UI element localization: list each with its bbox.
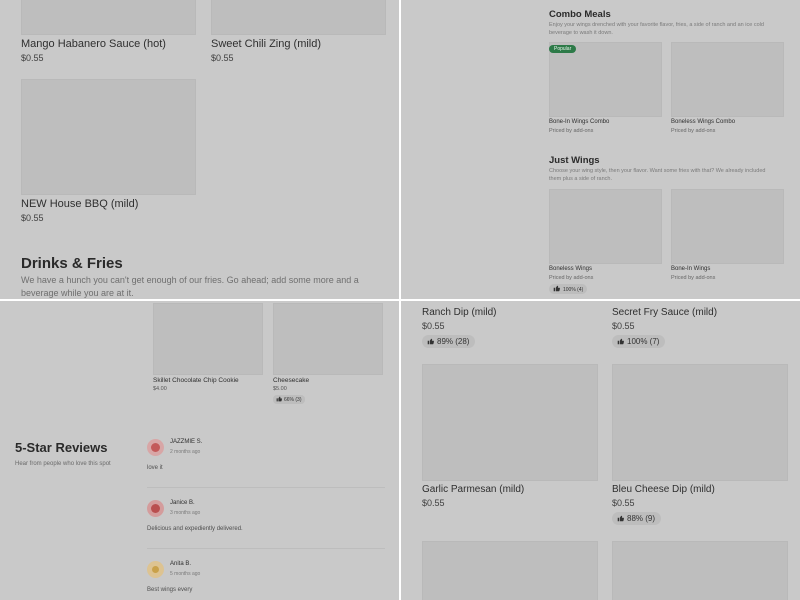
item-image-bleu-cheese[interactable] <box>612 364 788 481</box>
section-title: Drinks & Fries <box>21 255 123 272</box>
item-image-bone-in-wings[interactable] <box>671 189 784 264</box>
rating-text: 100% (4) <box>563 287 584 293</box>
user-avatar-icon <box>147 439 164 456</box>
item-name[interactable]: Ranch Dip (mild) <box>422 307 496 318</box>
thumbs-up-icon <box>617 338 624 345</box>
reviewer-name: Anita B. <box>170 561 192 567</box>
review-date: 2 months ago <box>170 449 201 455</box>
thumbs-up-icon <box>553 285 560 292</box>
review-text: Delicious and expediently delivered. <box>147 526 243 532</box>
item-image-cookie[interactable] <box>153 303 263 375</box>
item-price: $0.55 <box>21 53 44 63</box>
item-name[interactable]: Cheesecake <box>273 377 309 384</box>
item-image-sweet-chili[interactable] <box>211 0 386 35</box>
review-date: 5 months ago <box>170 571 201 577</box>
rating-badge: 88% (9) <box>612 512 662 525</box>
menu-panel-combos: Combo Meals Enjoy your wings drenched wi… <box>401 0 800 299</box>
item-image-boneless-wings[interactable] <box>549 189 662 264</box>
divider <box>147 487 385 488</box>
item-price: $0.55 <box>612 498 635 508</box>
item-name[interactable]: Skillet Chocolate Chip Cookie <box>153 377 239 384</box>
item-price-note: Priced by add-ons <box>671 128 716 134</box>
item-name[interactable]: Bleu Cheese Dip (mild) <box>612 484 715 495</box>
section-description: We have a hunch you can't get enough of … <box>21 275 359 298</box>
user-avatar-icon <box>147 561 164 578</box>
item-price: $0.55 <box>612 321 635 331</box>
rating-badge: 66% (3) <box>273 395 305 404</box>
rating-text: 89% (28) <box>437 337 470 346</box>
user-avatar-icon <box>147 500 164 517</box>
rating-badge: 100% (7) <box>612 335 666 348</box>
item-price: $5.00 <box>273 386 287 392</box>
item-image-bone-in-combo[interactable] <box>549 42 662 117</box>
item-price-note: Priced by add-ons <box>671 275 716 281</box>
item-price: $0.55 <box>211 53 234 63</box>
section-title: Combo Meals <box>549 9 611 20</box>
item-price-note: Priced by add-ons <box>549 275 594 281</box>
item-image-garlic-parmesan[interactable] <box>422 364 598 481</box>
reviewer-name: Janice B. <box>170 500 195 506</box>
menu-panel-sauces: Mango Habanero Sauce (hot) $0.55 Sweet C… <box>0 0 399 299</box>
item-name[interactable]: Garlic Parmesan (mild) <box>422 484 524 495</box>
reviews-subtitle: Hear from people who love this spot <box>15 461 111 467</box>
review-date: 3 months ago <box>170 510 201 516</box>
item-price: $0.55 <box>21 213 44 223</box>
section-description: Choose your wing style, then your flavor… <box>549 168 766 182</box>
rating-badge: 100% (4) <box>549 284 588 294</box>
item-name[interactable]: Sweet Chili Zing (mild) <box>211 38 321 50</box>
item-image[interactable] <box>422 541 598 600</box>
item-name[interactable]: Boneless Wings Combo <box>671 119 735 125</box>
rating-text: 66% (3) <box>284 397 302 403</box>
reviews-title: 5-Star Reviews <box>15 440 108 455</box>
review-text: Best wings every <box>147 587 193 593</box>
section-title: Just Wings <box>549 155 600 166</box>
rating-text: 100% (7) <box>627 337 660 346</box>
menu-panel-reviews: Skillet Chocolate Chip Cookie $4.00 Chee… <box>0 301 399 600</box>
item-image-cheesecake[interactable] <box>273 303 383 375</box>
item-price: $0.55 <box>422 498 445 508</box>
section-description: Enjoy your wings drenched with your favo… <box>549 22 764 36</box>
item-name[interactable]: Secret Fry Sauce (mild) <box>612 307 717 318</box>
item-price: $0.55 <box>422 321 445 331</box>
thumbs-up-icon <box>276 396 282 402</box>
rating-badge: 89% (28) <box>422 335 476 348</box>
item-name[interactable]: NEW House BBQ (mild) <box>21 198 138 210</box>
item-image-house-bbq[interactable] <box>21 79 196 195</box>
item-image[interactable] <box>612 541 788 600</box>
divider <box>147 548 385 549</box>
thumbs-up-icon <box>427 338 434 345</box>
rating-text: 88% (9) <box>627 514 656 523</box>
item-price: $4.00 <box>153 386 167 392</box>
item-image-mango-habanero[interactable] <box>21 0 196 35</box>
item-price-note: Priced by add-ons <box>549 128 594 134</box>
reviewer-name: JAZZMIE S. <box>170 439 203 445</box>
item-name[interactable]: Boneless Wings <box>549 266 592 272</box>
item-name[interactable]: Mango Habanero Sauce (hot) <box>21 38 166 50</box>
thumbs-up-icon <box>617 515 624 522</box>
popular-badge: Popular <box>549 45 577 53</box>
item-image-boneless-combo[interactable] <box>671 42 784 117</box>
review-text: love it <box>147 465 163 471</box>
menu-panel-dips: Ranch Dip (mild) $0.55 89% (28) Secret F… <box>401 301 800 600</box>
item-name[interactable]: Bone-In Wings <box>671 266 710 272</box>
item-name[interactable]: Bone-In Wings Combo <box>549 119 609 125</box>
